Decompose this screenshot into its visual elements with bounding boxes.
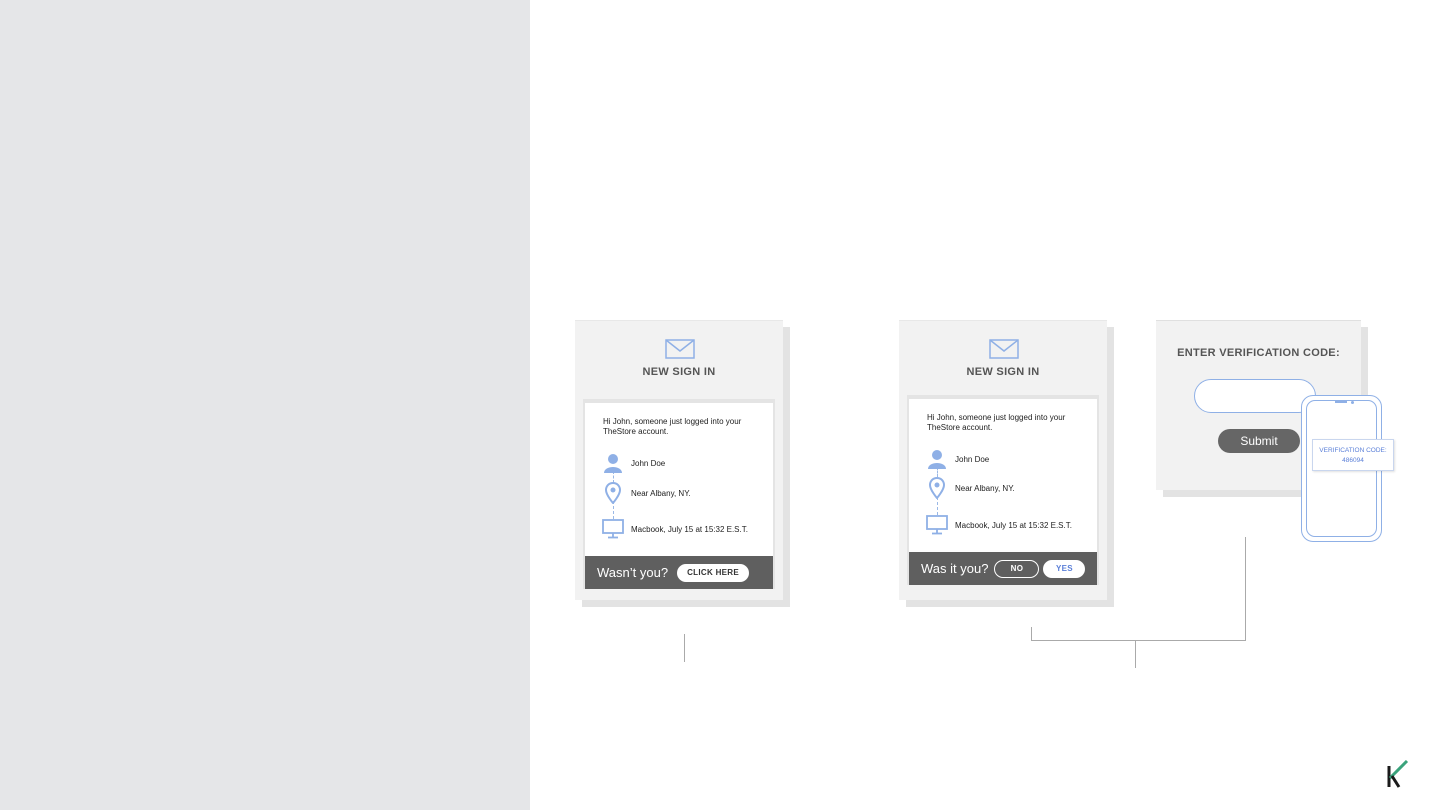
location-text: Near Albany, NY.: [631, 488, 691, 498]
yes-button[interactable]: YES: [1043, 559, 1086, 578]
connector-line: [684, 634, 685, 662]
user-icon: [601, 451, 625, 475]
device-text: Macbook, July 15 at 15:32 E.S.T.: [955, 520, 1072, 530]
monitor-icon: [925, 513, 949, 537]
card-title: NEW SIGN IN: [642, 366, 716, 378]
connector-line: [1245, 537, 1246, 641]
no-button[interactable]: NO: [994, 559, 1040, 578]
connector-line: [1031, 640, 1246, 641]
sms-label: VERIFICATION CODE:: [1319, 447, 1387, 454]
phone-camera: [1351, 400, 1354, 404]
device-text: Macbook, July 15 at 15:32 E.S.T.: [631, 524, 748, 534]
connector-line: [1135, 640, 1136, 668]
sms-code: 486094: [1342, 457, 1364, 464]
user-row: John Doe: [601, 451, 665, 475]
submit-button[interactable]: Submit: [1218, 429, 1300, 453]
message-panel: Hi John, someone just logged into your T…: [585, 403, 773, 589]
phone-speaker: [1335, 401, 1347, 403]
envelope-icon: [665, 339, 695, 359]
sign-in-card-right: NEW SIGN IN Hi John, someone just logged…: [899, 320, 1114, 607]
user-row: John Doe: [925, 447, 989, 471]
location-row: Near Albany, NY.: [601, 481, 691, 505]
left-panel: [0, 0, 530, 810]
verification-code-input[interactable]: [1194, 379, 1316, 413]
user-name: John Doe: [631, 458, 666, 468]
user-name: John Doe: [955, 454, 990, 464]
wasnt-you-question: Wasn’t you?: [597, 565, 669, 580]
alert-message: Hi John, someone just logged into your T…: [927, 413, 1066, 432]
click-here-button[interactable]: CLICK HERE: [677, 563, 750, 582]
confirm-bar: Was it you? NO YES: [909, 552, 1097, 585]
card-face: NEW SIGN IN Hi John, someone just logged…: [575, 320, 783, 600]
device-row: Macbook, July 15 at 15:32 E.S.T.: [601, 517, 748, 541]
sms-notification: VERIFICATION CODE: 486094: [1312, 439, 1394, 471]
location-pin-icon: [925, 476, 949, 500]
location-row: Near Albany, NY.: [925, 476, 1015, 500]
card-face: NEW SIGN IN Hi John, someone just logged…: [899, 320, 1107, 600]
location-pin-icon: [601, 481, 625, 505]
card-title: NEW SIGN IN: [966, 366, 1040, 378]
was-it-you-question: Was it you?: [921, 561, 989, 576]
sign-in-card-left: NEW SIGN IN Hi John, someone just logged…: [575, 320, 790, 607]
alert-message: Hi John, someone just logged into your T…: [603, 417, 742, 436]
user-icon: [925, 447, 949, 471]
monitor-icon: [601, 517, 625, 541]
k-logo-icon: [1387, 760, 1409, 788]
message-panel: Hi John, someone just logged into your T…: [909, 399, 1097, 585]
device-row: Macbook, July 15 at 15:32 E.S.T.: [925, 513, 1072, 537]
verification-title: ENTER VERIFICATION CODE:: [1177, 347, 1340, 359]
location-text: Near Albany, NY.: [955, 483, 1015, 493]
connector-line: [1031, 627, 1032, 641]
confirm-bar: Wasn’t you? CLICK HERE: [585, 556, 773, 589]
envelope-icon: [989, 339, 1019, 359]
